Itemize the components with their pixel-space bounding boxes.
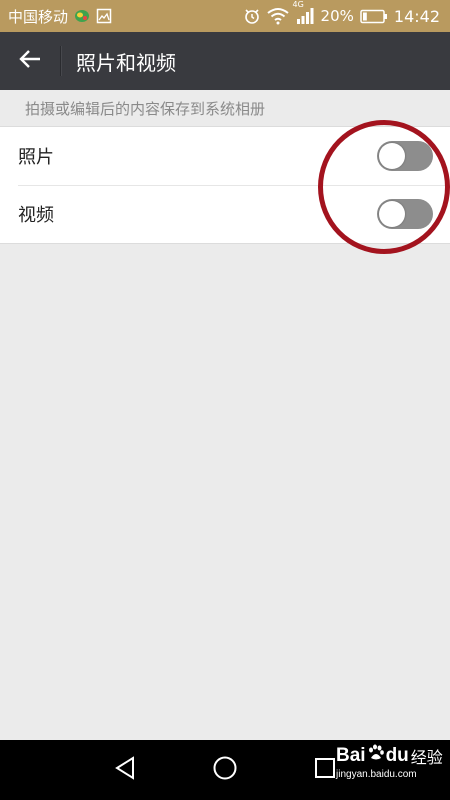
section-hint: 拍摄或编辑后的内容保存到系统相册 — [25, 100, 266, 118]
back-button[interactable] — [0, 32, 60, 90]
arrow-left-icon — [19, 49, 41, 73]
triangle-back-icon — [114, 756, 136, 784]
photos-toggle-switch[interactable] — [377, 141, 433, 171]
settings-list: 照片 视频 — [0, 126, 450, 244]
navigation-bar — [0, 740, 450, 800]
alarm-icon — [243, 7, 261, 25]
cellular-signal-icon: 4G — [293, 0, 315, 25]
square-recents-icon — [314, 757, 336, 783]
status-left: 中国移动 — [0, 6, 112, 27]
nav-home-button[interactable] — [209, 754, 241, 786]
app-bar: 照片和视频 — [0, 32, 450, 90]
battery-percent: 20% — [320, 7, 354, 25]
setting-label-videos: 视频 — [18, 205, 54, 226]
image-notification-icon — [96, 8, 112, 24]
network-type-label: 4G — [292, 0, 304, 9]
toggle-knob — [379, 201, 405, 227]
videos-toggle-switch[interactable] — [377, 199, 433, 229]
app-bar-divider — [60, 46, 62, 76]
nav-back-button[interactable] — [109, 754, 141, 786]
carrier-name: 中国移动 — [8, 7, 69, 26]
screen: 中国移动 4G 20% 14:42 照片和视频 拍摄或编辑后的内容保存到系统相册… — [0, 0, 450, 800]
nav-recents-button[interactable] — [309, 754, 341, 786]
setting-label-photos: 照片 — [18, 147, 54, 168]
toggle-knob — [379, 143, 405, 169]
status-right: 4G 20% 14:42 — [243, 0, 450, 26]
page-title: 照片和视频 — [76, 50, 176, 75]
app-notification-icon — [73, 8, 91, 24]
clock-time: 14:42 — [393, 6, 440, 26]
setting-row-videos[interactable]: 视频 — [0, 185, 450, 243]
setting-row-photos[interactable]: 照片 — [0, 127, 450, 185]
circle-home-icon — [212, 755, 238, 785]
battery-icon — [360, 9, 388, 24]
wifi-icon — [266, 7, 289, 25]
status-bar: 中国移动 4G 20% 14:42 — [0, 0, 450, 32]
